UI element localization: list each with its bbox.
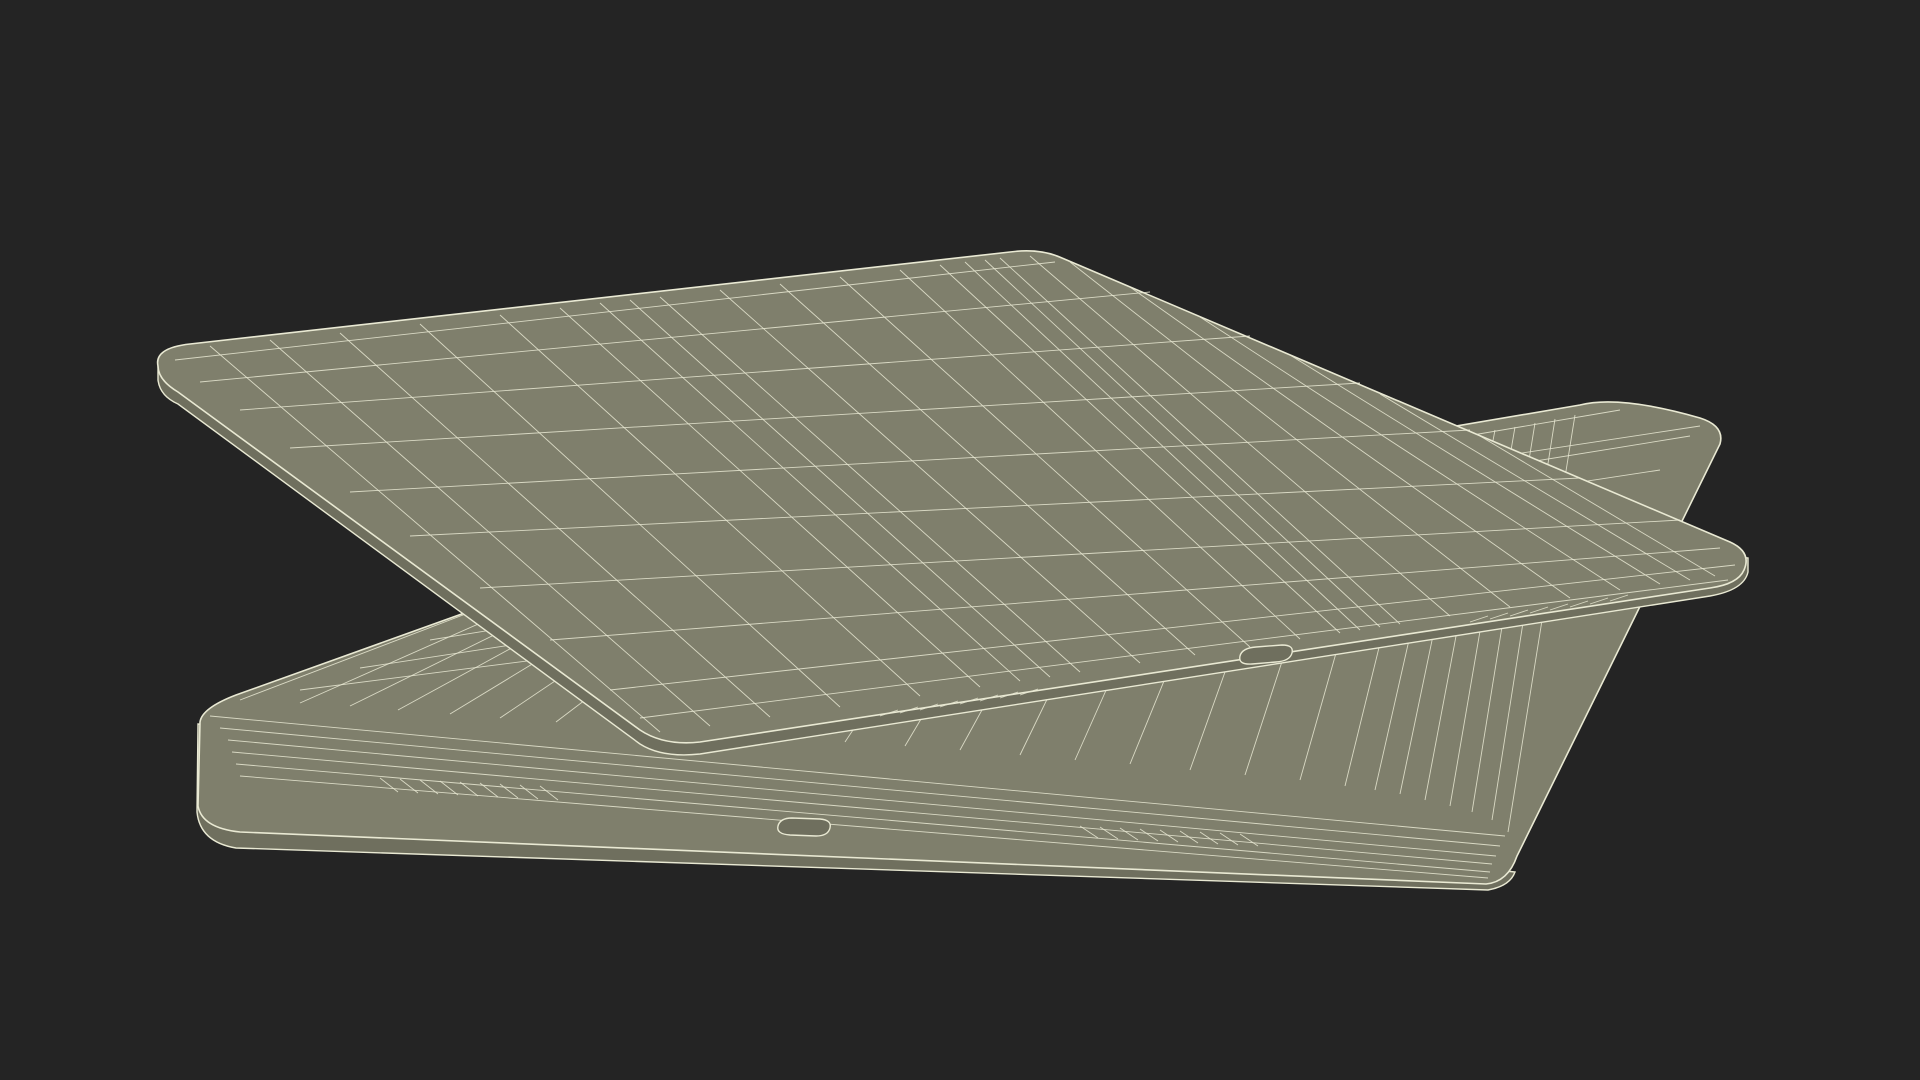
tablet-bottom-usb-port (777, 817, 831, 837)
render-viewport (0, 0, 1920, 1080)
wireframe-scene (0, 0, 1920, 1080)
